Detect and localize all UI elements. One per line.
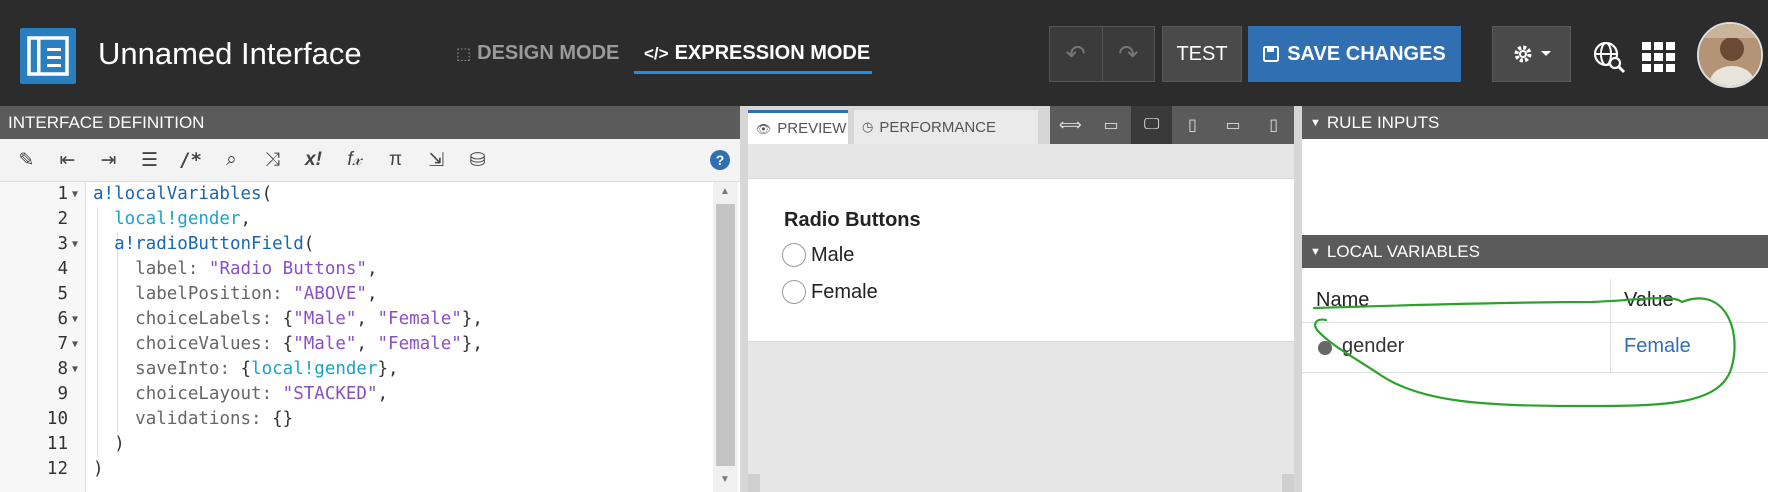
active-mode-indicator bbox=[634, 71, 872, 74]
code-line: 6 ▼ choiceLabels: {"Male", "Female"}, bbox=[57, 309, 483, 329]
top-bar: Unnamed Interface ⬚ DESIGN MODE </> EXPR… bbox=[0, 0, 1768, 106]
undo-button[interactable]: ↶ bbox=[1050, 27, 1103, 81]
tab-performance[interactable]: ◷ PERFORMANCE bbox=[854, 110, 1038, 144]
user-avatar[interactable] bbox=[1697, 22, 1763, 88]
code-icon: </> bbox=[644, 43, 669, 63]
radio-button[interactable] bbox=[782, 243, 806, 267]
editor-scrollbar[interactable]: ▲ ▼ bbox=[713, 182, 738, 492]
code-line: 8 ▼ saveInto: {local!gender}, bbox=[57, 359, 399, 379]
database-search-icon[interactable]: ⛁ bbox=[457, 149, 498, 172]
radio-option-label: Male bbox=[811, 243, 855, 266]
resize-handle[interactable] bbox=[1282, 474, 1294, 492]
outdent-icon[interactable]: ⇤ bbox=[47, 149, 88, 172]
app-logo-icon bbox=[20, 28, 76, 84]
radio-option-label: Female bbox=[811, 280, 878, 303]
resize-handle[interactable] bbox=[748, 474, 760, 492]
pi-icon[interactable]: π bbox=[375, 149, 416, 171]
rule-inputs-header[interactable]: ▼ RULE INPUTS bbox=[1302, 106, 1768, 139]
code-line: 7 ▼ choiceValues: {"Male", "Female"}, bbox=[57, 334, 483, 354]
save-changes-label: SAVE CHANGES bbox=[1287, 42, 1446, 65]
right-panel: ▼ RULE INPUTS ▼ LOCAL VARIABLES Name Val… bbox=[1302, 106, 1768, 492]
design-mode-label: DESIGN MODE bbox=[477, 42, 620, 64]
collapse-caret-icon: ▼ bbox=[1310, 116, 1321, 129]
save-icon bbox=[1263, 46, 1280, 62]
x-icon[interactable]: x! bbox=[293, 149, 334, 171]
variable-value[interactable]: Female bbox=[1624, 335, 1691, 358]
code-line: 10 validations: {} bbox=[46, 409, 294, 429]
code-line: 4 label: "Radio Buttons", bbox=[57, 259, 378, 279]
settings-menu-button[interactable] bbox=[1492, 26, 1571, 82]
app-launcher-icon[interactable] bbox=[1642, 42, 1676, 72]
expression-mode-label: EXPRESSION MODE bbox=[674, 42, 871, 64]
gear-icon bbox=[1514, 45, 1531, 63]
radio-button[interactable] bbox=[782, 280, 806, 304]
code-line: 2 local!gender, bbox=[57, 209, 252, 229]
radio-option-male[interactable]: Male bbox=[782, 243, 854, 267]
local-variables-title: LOCAL VARIABLES bbox=[1326, 241, 1480, 261]
table-row[interactable]: gender Female bbox=[1302, 323, 1768, 373]
expression-mode-tab[interactable]: </> EXPRESSION MODE bbox=[644, 42, 870, 65]
list-icon[interactable]: ☰ bbox=[129, 149, 170, 172]
device-size-toolbar: ⟺ ▭ 🖵 ▯ ▭ ▯ bbox=[1050, 106, 1294, 144]
chevron-down-icon bbox=[1540, 51, 1551, 56]
desktop-icon[interactable]: 🖵 bbox=[1131, 106, 1173, 144]
interface-title[interactable]: Unnamed Interface bbox=[98, 36, 362, 72]
variable-name: gender bbox=[1342, 335, 1405, 357]
scroll-down-icon[interactable]: ▼ bbox=[720, 474, 730, 485]
code-line: 3 ▼ a!radioButtonField( bbox=[57, 234, 315, 254]
undo-icon: ↶ bbox=[1065, 40, 1086, 68]
panel-divider[interactable] bbox=[740, 106, 748, 492]
local-variables-header[interactable]: ▼ LOCAL VARIABLES bbox=[1302, 235, 1768, 268]
phone-icon[interactable]: ▯ bbox=[1253, 106, 1294, 144]
search-icon[interactable]: ⌕ bbox=[211, 149, 252, 171]
undo-redo-group: ↶ ↷ bbox=[1049, 26, 1155, 82]
eye-icon: 👁 bbox=[756, 121, 772, 136]
code-line: 12) bbox=[46, 459, 104, 479]
test-button[interactable]: TEST bbox=[1162, 26, 1242, 82]
radio-field-label: Radio Buttons bbox=[784, 209, 921, 231]
scroll-up-icon[interactable]: ▲ bbox=[720, 186, 730, 197]
panel-divider[interactable] bbox=[1294, 106, 1302, 492]
indent-icon[interactable]: ⇥ bbox=[88, 149, 129, 172]
design-cursor-icon: ⬚ bbox=[456, 45, 472, 63]
code-line: 11 ) bbox=[46, 434, 125, 454]
wide-desktop-icon[interactable]: ▭ bbox=[1091, 106, 1132, 144]
interface-definition-header: INTERFACE DEFINITION bbox=[0, 106, 740, 139]
code-line: 5 labelPosition: "ABOVE", bbox=[57, 284, 378, 304]
preview-card: Radio Buttons Male Female bbox=[748, 178, 1294, 342]
code-line: 9 choiceLayout: "STACKED", bbox=[57, 384, 389, 404]
export-icon[interactable]: ⇲ bbox=[416, 149, 457, 172]
variable-dot-icon bbox=[1318, 341, 1332, 355]
name-column-header: Name bbox=[1316, 289, 1370, 311]
redo-icon: ↷ bbox=[1118, 40, 1139, 68]
radio-option-female[interactable]: Female bbox=[782, 280, 878, 304]
fit-width-icon[interactable]: ⟺ bbox=[1050, 106, 1091, 144]
collapse-caret-icon: ▼ bbox=[1310, 245, 1321, 258]
rule-inputs-title: RULE INPUTS bbox=[1326, 112, 1440, 132]
globe-search-icon[interactable] bbox=[1592, 40, 1626, 74]
design-mode-tab[interactable]: ⬚ DESIGN MODE bbox=[456, 42, 619, 65]
shuffle-icon[interactable]: ⤨ bbox=[252, 149, 293, 171]
tablet-portrait-icon[interactable]: ▯ bbox=[1172, 106, 1213, 144]
help-icon[interactable]: ? bbox=[710, 150, 730, 170]
value-column-header: Value bbox=[1624, 289, 1674, 311]
tab-performance-label: PERFORMANCE bbox=[879, 118, 997, 136]
interface-definition-title: INTERFACE DEFINITION bbox=[8, 112, 205, 132]
save-changes-button[interactable]: SAVE CHANGES bbox=[1248, 26, 1461, 82]
tablet-landscape-icon[interactable]: ▭ bbox=[1213, 106, 1254, 144]
code-line: 1 ▼ a!localVariables( bbox=[57, 184, 273, 204]
tab-preview[interactable]: 👁 PREVIEW bbox=[748, 110, 848, 144]
stopwatch-icon: ◷ bbox=[862, 119, 874, 134]
code-editor[interactable]: 1 ▼ a!localVariables( 2 local!gender, 3 ▼ a… bbox=[0, 182, 713, 492]
editor-toolbar: ✎ ⇤ ⇥ ☰ /* ⌕ ⤨ x! f𝓍 π ⇲ ⛁ ? bbox=[0, 139, 740, 182]
scrollbar-thumb[interactable] bbox=[716, 204, 735, 466]
wand-icon[interactable]: ✎ bbox=[6, 149, 47, 172]
redo-button[interactable]: ↷ bbox=[1103, 27, 1155, 81]
function-icon[interactable]: f𝓍 bbox=[334, 149, 375, 171]
tab-preview-label: PREVIEW bbox=[777, 120, 847, 137]
variables-table-header: Name Value bbox=[1302, 279, 1768, 323]
comment-icon[interactable]: /* bbox=[170, 149, 211, 171]
